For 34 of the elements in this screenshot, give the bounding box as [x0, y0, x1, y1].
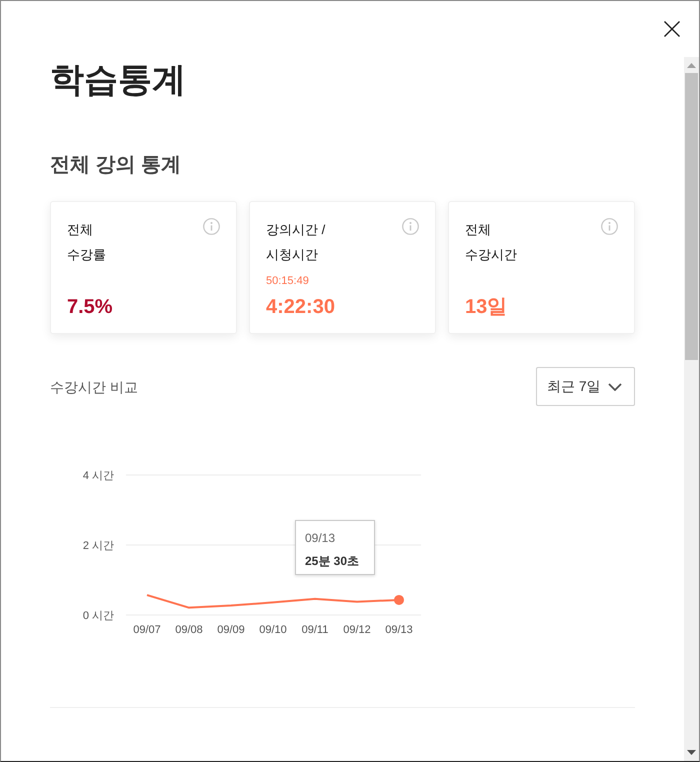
card-label: 전체 수강률: [67, 221, 106, 264]
x-axis-label: 09/07: [133, 624, 161, 636]
x-axis-label: 09/12: [343, 624, 371, 636]
y-axis-label: 0 시간: [82, 610, 114, 622]
scroll-up-icon[interactable]: [687, 63, 696, 68]
info-icon[interactable]: [203, 218, 220, 235]
y-axis-label: 4 시간: [82, 470, 114, 482]
comparison-label: 수강시간 비교: [50, 378, 138, 396]
scroll-down-icon[interactable]: [687, 750, 696, 755]
card-value: 4:22:30: [266, 295, 335, 319]
card-value: 13일: [465, 295, 508, 319]
card-label: 강의시간 / 시청시간: [266, 221, 326, 264]
x-axis-label: 09/11: [302, 624, 328, 636]
tooltip-value: 25분 30초: [305, 553, 360, 569]
y-axis-label: 2 시간: [82, 540, 114, 552]
x-axis-label: 09/10: [259, 624, 287, 636]
info-icon[interactable]: [601, 218, 618, 235]
close-button[interactable]: [663, 20, 681, 38]
scrollbar[interactable]: [684, 57, 699, 761]
highlight-point-icon: [394, 594, 404, 605]
period-select[interactable]: 최근 7일: [536, 367, 635, 406]
page-title: 학습통계: [50, 60, 186, 101]
x-axis-label: 09/08: [175, 624, 203, 636]
x-axis-label: 09/13: [385, 624, 413, 636]
card-value: 7.5%: [67, 295, 113, 319]
x-axis-label: 09/09: [217, 624, 245, 636]
scrollbar-thumb[interactable]: [685, 73, 698, 360]
card-sub-value: 50:15:49: [266, 274, 309, 289]
section-heading: 전체 강의 통계: [50, 153, 182, 178]
info-icon[interactable]: [402, 218, 419, 235]
tooltip-date: 09/13: [305, 530, 336, 546]
close-icon: [664, 21, 680, 37]
card-label: 전체 수강시간: [465, 221, 517, 264]
chevron-down-icon: [608, 382, 622, 390]
